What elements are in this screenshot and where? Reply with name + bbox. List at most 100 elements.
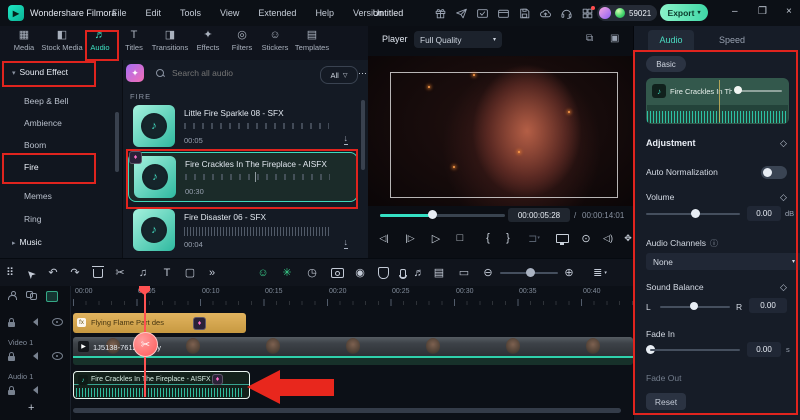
magnet-snap-icon[interactable] <box>46 291 58 302</box>
tab-audio[interactable]: ♬ Audio <box>90 30 109 53</box>
snap-icon[interactable]: ✳ <box>278 259 296 287</box>
auto-ripple-icon[interactable] <box>8 291 17 300</box>
snapshot-button[interactable]: ⊙ <box>576 228 596 248</box>
media-library-icon[interactable]: ⠿ <box>1 259 19 287</box>
effect-clip[interactable]: fx Flying Flame Part des ♦ <box>73 313 246 333</box>
beat-detection-icon[interactable]: ♫ <box>134 259 152 287</box>
reaction-icon[interactable]: ☺ <box>254 259 272 287</box>
tab-transitions[interactable]: ◨ Transitions <box>152 30 188 53</box>
zoom-in-icon[interactable]: ⊕ <box>560 259 578 287</box>
tab-effects[interactable]: ✦ Effects <box>197 30 220 53</box>
sidebar-item-memes[interactable]: Memes <box>24 191 52 201</box>
sidebar-item-fire[interactable]: Fire <box>24 162 39 172</box>
text-tool-icon[interactable]: T <box>158 259 176 287</box>
quality-dropdown[interactable]: Full Quality ▾ <box>414 31 502 48</box>
account-pill[interactable]: 59021 <box>597 5 658 21</box>
share-icon[interactable] <box>455 7 468 20</box>
audio-list-item[interactable]: ♪ Fire Disaster 06 - SFX 00:04 ↓ <box>128 206 356 254</box>
undo-icon[interactable]: ↶ <box>44 259 62 287</box>
audio-volume-line[interactable] <box>74 384 249 385</box>
tab-templates[interactable]: ▤ Templates <box>295 30 329 53</box>
save-icon[interactable] <box>518 7 531 20</box>
link-clips-icon[interactable] <box>26 291 37 300</box>
sidebar-item-music[interactable]: ▸ Music <box>12 237 42 247</box>
volume-slider-handle[interactable] <box>691 209 700 218</box>
split-scissors-icon[interactable]: ✂ <box>111 259 129 287</box>
adjustment-header[interactable]: Adjustment <box>646 138 696 148</box>
marker-icon[interactable]: ▭ <box>455 259 473 287</box>
basic-badge[interactable]: Basic <box>646 56 686 72</box>
add-track-button[interactable]: + <box>28 402 34 414</box>
balance-slider-handle[interactable] <box>690 302 698 310</box>
mark-out-button[interactable]: } <box>498 228 518 248</box>
clip-preview-slider-handle[interactable] <box>734 86 742 94</box>
display-device-icon[interactable] <box>552 228 572 248</box>
video-preview[interactable] <box>368 56 633 206</box>
reset-diamond-icon[interactable]: ◇ <box>780 192 787 203</box>
more-tools-icon[interactable]: » <box>203 259 221 287</box>
cloud-upload-icon[interactable] <box>539 7 552 20</box>
tab-titles[interactable]: T Titles <box>125 30 143 53</box>
sidebar-item-sound-effect[interactable]: ▾ Sound Effect <box>12 67 68 77</box>
menu-tools[interactable]: Tools <box>180 8 201 18</box>
task-check-icon[interactable] <box>476 7 489 20</box>
timeline-ruler[interactable]: 00:00 00:05 00:10 00:15 00:20 00:25 00:3… <box>70 286 633 306</box>
audio-list-item[interactable]: ♪ Little Fire Sparkle 08 - SFX 00:05 ↓ <box>128 102 356 150</box>
record-icon[interactable] <box>328 259 346 287</box>
lock-icon[interactable] <box>8 352 15 361</box>
shield-icon[interactable] <box>374 259 392 287</box>
minimize-button[interactable]: – <box>732 7 738 17</box>
tab-media[interactable]: ▦ Media <box>14 30 34 53</box>
tab-stock-media[interactable]: ◧ Stock Media <box>41 30 82 53</box>
sidebar-item-beep-bell[interactable]: Beep & Bell <box>24 96 68 106</box>
seek-handle[interactable] <box>428 210 437 219</box>
render-preview-icon[interactable]: ◉ <box>351 259 369 287</box>
lock-icon[interactable] <box>8 318 15 327</box>
avatar[interactable] <box>599 7 611 19</box>
info-icon[interactable]: ⓘ <box>710 239 718 248</box>
list-scrollbar[interactable] <box>361 100 365 170</box>
restore-button[interactable]: ❐ <box>758 7 767 17</box>
mute-icon[interactable] <box>29 386 38 394</box>
timeline-horizontal-scrollbar[interactable] <box>73 408 621 413</box>
panel-icon[interactable] <box>497 7 510 20</box>
auto-normalization-toggle[interactable] <box>761 166 787 179</box>
next-frame-button[interactable]: |▷ <box>400 228 420 248</box>
menu-extended[interactable]: Extended <box>258 8 296 18</box>
clip-preview-slider[interactable] <box>738 90 782 92</box>
frame-view-icon[interactable]: ▣ <box>610 33 619 44</box>
lock-icon[interactable] <box>8 386 15 395</box>
redo-icon[interactable]: ↷ <box>66 259 84 287</box>
tab-stickers[interactable]: ☺ Stickers <box>262 30 289 53</box>
tab-filters[interactable]: ◎ Filters <box>232 30 252 53</box>
audio-channels-dropdown[interactable]: None ▾ <box>646 253 800 270</box>
sidebar-item-boom[interactable]: Boom <box>24 140 46 150</box>
clip-preview[interactable]: ♪ Fire Crackles In The ... <box>646 78 789 124</box>
zoom-out-icon[interactable]: ⊖ <box>479 259 497 287</box>
zoom-slider-handle[interactable] <box>526 268 535 277</box>
audio-stretch-icon[interactable]: ♬ <box>410 259 428 287</box>
more-options-icon[interactable]: ⋯ <box>358 68 367 79</box>
visibility-icon[interactable] <box>52 318 63 326</box>
visibility-icon[interactable] <box>52 352 63 360</box>
menu-edit[interactable]: Edit <box>146 8 162 18</box>
current-timecode[interactable]: 00:00:05:28 <box>508 208 570 222</box>
select-tool-icon[interactable]: ➤ <box>23 259 41 287</box>
playhead-scissors-icon[interactable]: ✂ <box>133 332 158 357</box>
reset-diamond-icon[interactable]: ◇ <box>780 282 787 293</box>
audio-clip-selected[interactable]: ♪ Fire Crackles In The Fireplace - AISFX… <box>73 371 250 399</box>
download-icon[interactable]: ↓ <box>343 134 348 145</box>
track-manager-icon[interactable]: ≣ ▾ <box>591 259 609 287</box>
close-button[interactable]: × <box>786 7 792 17</box>
reset-button[interactable]: Reset <box>646 393 686 410</box>
play-button[interactable]: ▷ <box>426 228 446 248</box>
previous-frame-button[interactable]: ◁| <box>374 228 394 248</box>
stop-button[interactable]: □ <box>450 228 470 248</box>
fade-in-value[interactable]: 0.00 <box>747 342 781 357</box>
apps-grid-icon[interactable] <box>581 5 595 20</box>
search-input[interactable] <box>170 67 282 79</box>
menu-help[interactable]: Help <box>315 8 334 18</box>
crop-tool-icon[interactable]: ▢ <box>181 259 199 287</box>
delete-icon[interactable] <box>89 259 107 287</box>
sidebar-item-ring[interactable]: Ring <box>24 214 41 224</box>
